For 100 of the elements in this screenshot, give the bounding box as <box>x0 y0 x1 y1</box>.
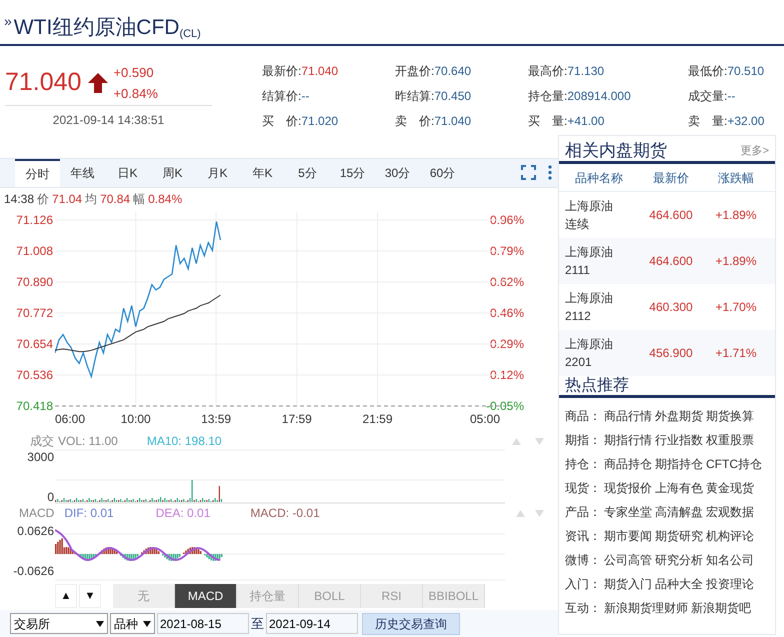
topic-link[interactable]: 宏观数据 <box>706 503 754 521</box>
category-label: 现货： <box>565 480 601 497</box>
start-date-field[interactable]: 2021-08-15 <box>157 613 249 634</box>
chart-tab[interactable]: 年线 <box>60 159 105 187</box>
topic-link[interactable]: 商品持仓 <box>604 455 652 473</box>
table-cell-text: +1.70% <box>715 299 757 316</box>
price-axis-label: 70.654 <box>16 338 53 350</box>
indicator-tab[interactable]: MACD <box>175 584 237 608</box>
stat-value: +32.00 <box>727 113 764 130</box>
topic-link[interactable]: 投资理论 <box>706 575 754 593</box>
table-cell-text: 456.900 <box>649 345 693 362</box>
topic-link[interactable]: 研究分析 <box>655 551 703 569</box>
topic-link[interactable]: 高清解盘 <box>655 503 703 521</box>
topic-link[interactable]: 期指持仓 <box>655 455 703 473</box>
percent-change: +0.84% <box>113 84 158 102</box>
chart-tab[interactable]: 年K <box>240 159 285 187</box>
stat-value: +41.00 <box>567 113 604 130</box>
chart-tab[interactable]: 30分 <box>375 159 420 187</box>
info-label: 价 <box>37 191 50 208</box>
table-cell-text: +1.71% <box>715 345 757 362</box>
stat-value: 71.040 <box>301 63 338 80</box>
info-time: 14:38 <box>4 191 34 208</box>
chart-tab[interactable]: 15分 <box>330 159 375 187</box>
instrument-code: (CL) <box>179 26 201 42</box>
table-cell-text: 464.600 <box>649 253 693 270</box>
category-label: 资讯： <box>565 528 601 545</box>
up-triangle-icon[interactable] <box>512 438 521 444</box>
chart-tab[interactable]: 周K <box>150 159 195 187</box>
dea-value: DEA: 0.01 <box>156 505 210 522</box>
stat-value: 71.130 <box>567 63 604 80</box>
chart-tab[interactable]: 月K <box>195 159 240 187</box>
stat-value: 70.640 <box>434 63 472 80</box>
chart-tab[interactable]: 5分 <box>285 159 330 187</box>
hot-topics-title: 热点推荐 <box>565 378 629 395</box>
end-date-field[interactable]: 2021-09-14 <box>266 613 358 634</box>
quote-timestamp: 2021-09-14 14:38:51 <box>52 112 164 129</box>
stat-label: 持仓量: <box>528 88 568 105</box>
topic-link[interactable]: 新浪期货吧 <box>691 599 751 617</box>
category-label: 产品： <box>565 504 601 521</box>
more-link[interactable]: 更多> <box>740 142 769 159</box>
topic-link[interactable]: 现货报价 <box>604 479 652 497</box>
up-triangle-icon[interactable] <box>516 510 525 516</box>
price-change: +0.590 <box>113 64 155 82</box>
date-separator: 至 <box>251 614 264 633</box>
caret-icon <box>96 620 104 626</box>
last-price: 71.040 <box>5 66 82 98</box>
topic-link[interactable]: 外盘期货 <box>655 407 703 425</box>
topic-link[interactable]: 权重股票 <box>706 431 754 449</box>
topic-link[interactable]: 品种大全 <box>655 575 703 593</box>
nav-button[interactable]: ▲ <box>55 584 77 608</box>
chevron-icon: » <box>4 11 12 32</box>
price-axis-label: 70.890 <box>16 276 53 288</box>
percent-axis-label: 0.29% <box>490 338 524 350</box>
stat-value: -- <box>301 88 310 105</box>
topic-link[interactable]: 期指行情 <box>604 431 652 449</box>
stat-value: -- <box>727 88 736 105</box>
more-icon[interactable] <box>548 165 552 180</box>
fullscreen-icon[interactable] <box>521 165 536 180</box>
stat-value: 208914.000 <box>567 88 631 105</box>
exchange-select[interactable]: 交易所 <box>10 613 108 634</box>
chart-tab[interactable]: 60分 <box>420 159 465 187</box>
topic-link[interactable]: 上海有色 <box>655 479 703 497</box>
topic-link[interactable]: 公司高管 <box>604 551 652 569</box>
topic-link[interactable]: 行业指数 <box>655 431 703 449</box>
table-cell-text: 上海原油2111 <box>565 244 614 279</box>
percent-axis-label: 0.12% <box>490 369 524 381</box>
time-axis-label: 06:00 <box>55 412 86 426</box>
chart-tab[interactable]: 分时 <box>15 159 60 187</box>
variety-select[interactable]: 品种 <box>110 613 155 634</box>
topic-link[interactable]: 期市要闻 <box>604 527 652 545</box>
topic-link[interactable]: 期货研究 <box>655 527 703 545</box>
caret-icon <box>143 620 151 626</box>
stat-label: 最新价: <box>262 63 302 80</box>
topic-link[interactable]: CFTC持仓 <box>706 455 762 473</box>
topic-link[interactable]: 期货入门 <box>604 575 652 593</box>
percent-axis-label: -0.05% <box>486 400 524 412</box>
time-axis-label: 05:00 <box>470 412 500 426</box>
stat-label: 成交量: <box>688 88 728 105</box>
topic-link[interactable]: 商品行情 <box>604 407 652 425</box>
dif-value: DIF: 0.01 <box>64 505 114 522</box>
volume-value: VOL: 11.00 <box>58 433 118 450</box>
topic-link[interactable]: 期货换算 <box>706 407 754 425</box>
table-cell-text: 上海原油连续 <box>565 198 614 233</box>
macd-value: MACD: -0.01 <box>250 505 320 522</box>
down-triangle-icon[interactable] <box>535 438 544 444</box>
column-header: 最新价 <box>653 170 689 186</box>
topic-link[interactable]: 专家坐堂 <box>604 503 652 521</box>
topic-link[interactable]: 黄金现货 <box>706 479 754 497</box>
stat-label: 结算价: <box>262 88 302 105</box>
history-query-button[interactable]: 历史交易查询 <box>362 612 460 634</box>
topic-link[interactable]: 知名公司 <box>706 551 754 569</box>
category-label: 商品： <box>565 408 601 425</box>
category-label: 互动： <box>565 600 601 617</box>
topic-link[interactable]: 机构评论 <box>706 527 754 545</box>
time-axis-label: 13:59 <box>201 412 232 426</box>
topic-link[interactable]: 新浪期货理财师 <box>604 599 688 617</box>
down-triangle-icon[interactable] <box>535 510 544 516</box>
nav-button[interactable]: ▼ <box>79 584 101 608</box>
info-value: 70.84 <box>100 191 130 208</box>
chart-tab[interactable]: 日K <box>105 159 150 187</box>
